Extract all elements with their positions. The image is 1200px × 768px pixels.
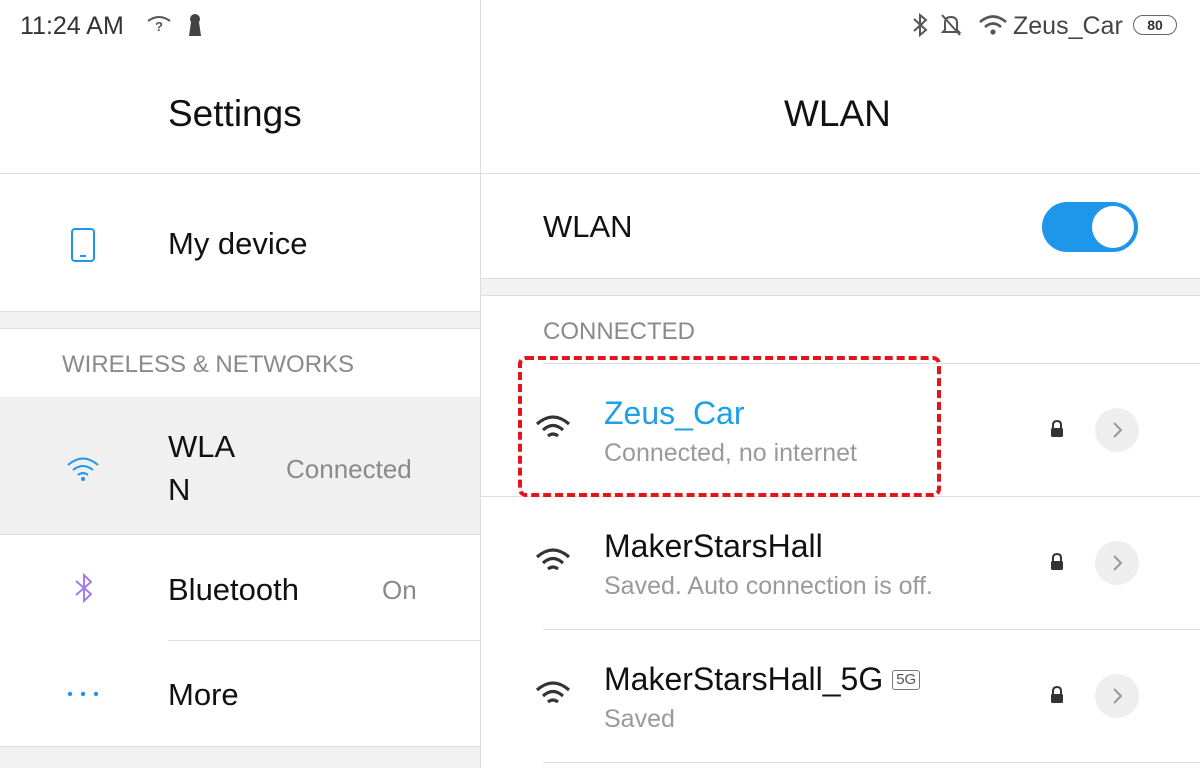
divider xyxy=(481,295,1200,296)
wifi-signal-icon xyxy=(535,548,571,571)
more-dots-icon xyxy=(67,691,99,697)
wifi-icon xyxy=(67,457,99,481)
wireless-networks-heading: WIRELESS & NETWORKS xyxy=(62,351,355,378)
bell-muted-icon xyxy=(940,14,962,36)
wifi-unknown-icon: ? xyxy=(147,16,171,34)
wlan-label: WLA xyxy=(168,429,236,464)
bluetooth-status: On xyxy=(382,575,417,605)
highlight-annotation xyxy=(518,356,941,497)
battery-indicator: 80 xyxy=(1133,15,1177,35)
network-row-makerstarshall-5g[interactable]: MakerStarsHall_5G 5G Saved xyxy=(481,630,1200,762)
sidebar-item-wlan[interactable]: WLA N Connected xyxy=(0,397,480,534)
bluetooth-label: Bluetooth xyxy=(168,572,299,607)
section-spacer xyxy=(0,312,480,328)
5g-badge: 5G xyxy=(892,669,921,690)
toggle-knob xyxy=(1092,206,1134,248)
network-row-makerstarshall[interactable]: MakerStarsHall Saved. Auto connection is… xyxy=(481,497,1200,629)
my-device-label: My device xyxy=(168,226,308,261)
bluetooth-icon xyxy=(913,12,928,38)
network-details-button[interactable] xyxy=(1095,541,1139,585)
wlan-page-title: WLAN xyxy=(784,93,891,134)
divider xyxy=(543,762,1200,763)
wlan-label: N xyxy=(168,472,191,507)
network-name: MakerStarsHall_5G xyxy=(604,661,884,697)
settings-title: Settings xyxy=(168,93,302,134)
network-status: Saved. Auto connection is off. xyxy=(604,572,933,600)
phone-icon xyxy=(71,228,95,262)
chevron-right-icon xyxy=(1113,688,1123,704)
lock-icon xyxy=(1051,685,1063,703)
section-spacer xyxy=(0,747,480,768)
connected-heading: CONNECTED xyxy=(543,318,696,345)
wlan-status: Connected xyxy=(286,454,412,484)
sidebar-item-more[interactable]: More xyxy=(0,641,480,746)
wlan-toggle-switch[interactable] xyxy=(1042,202,1138,252)
my-device-row[interactable]: My device xyxy=(0,174,480,311)
network-details-button[interactable] xyxy=(1095,408,1139,452)
network-name-line: MakerStarsHall_5G 5G xyxy=(604,661,921,698)
lock-icon xyxy=(1051,419,1063,437)
wifi-signal-icon xyxy=(535,681,571,704)
bluetooth-icon xyxy=(75,572,93,604)
keyhole-icon xyxy=(189,14,201,36)
more-label: More xyxy=(168,677,239,712)
lock-icon xyxy=(1051,552,1063,570)
network-details-button[interactable] xyxy=(1095,674,1139,718)
chevron-right-icon xyxy=(1113,555,1123,571)
sidebar-item-bluetooth[interactable]: Bluetooth On xyxy=(0,535,480,640)
section-spacer xyxy=(481,279,1200,295)
wifi-icon xyxy=(979,15,1007,35)
status-network-name: Zeus_Car xyxy=(1013,12,1123,40)
network-status: Saved xyxy=(604,705,675,733)
status-time: 11:24 AM xyxy=(20,12,124,40)
divider xyxy=(0,328,480,329)
wlan-toggle-label: WLAN xyxy=(543,209,633,244)
network-name: MakerStarsHall xyxy=(604,528,823,564)
svg-text:?: ? xyxy=(155,19,163,34)
chevron-right-icon xyxy=(1113,422,1123,438)
